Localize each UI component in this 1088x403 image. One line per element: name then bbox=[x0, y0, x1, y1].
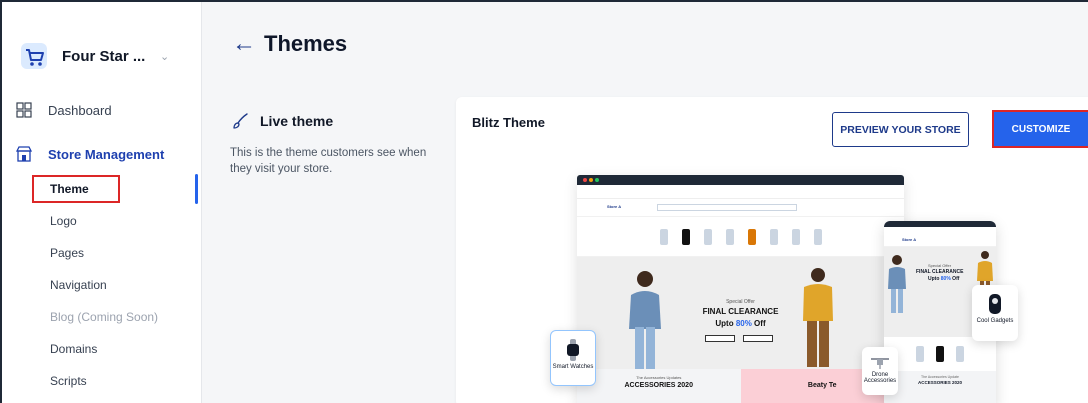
sidebar: Four Star ... ⌄ Dashboard Store Manageme… bbox=[2, 2, 202, 403]
page-title: Themes bbox=[264, 31, 348, 56]
sidebar-item-domains[interactable]: Domains bbox=[50, 342, 97, 356]
customize-button[interactable]: CUSTOMIZE bbox=[992, 110, 1088, 148]
cool-gadgets-label: Cool Gadgets bbox=[976, 318, 1014, 324]
live-theme-title: Live theme bbox=[260, 113, 334, 129]
theme-card: Blitz Theme PREVIEW YOUR STORE CUSTOMIZE… bbox=[456, 97, 1088, 403]
phone-store-name: Store A bbox=[902, 237, 917, 242]
sidebar-scrollbar[interactable] bbox=[195, 174, 198, 204]
preview-store-button[interactable]: PREVIEW YOUR STORE bbox=[832, 112, 969, 147]
sidebar-item-scripts[interactable]: Scripts bbox=[50, 374, 87, 388]
mock-hero-banner: Special Offer FINAL CLEARANCE Upto 80% O… bbox=[577, 257, 904, 369]
drone-icon bbox=[871, 358, 889, 369]
store-switcher[interactable]: Four Star ... ⌄ bbox=[20, 42, 169, 70]
phone-model-left bbox=[888, 255, 906, 313]
smart-watches-label: Smart Watches bbox=[552, 364, 594, 370]
live-theme-heading: Live theme bbox=[232, 112, 333, 130]
mock-offer-sub: Upto 80% Off bbox=[715, 319, 766, 328]
drone-accessories-card: Drone Accessories bbox=[862, 347, 898, 395]
mock-footer-tiles: The Accessories Updates ACCESSORIES 2020… bbox=[577, 369, 904, 403]
phone-offer-label: Special Offer bbox=[928, 263, 952, 268]
phone-categories bbox=[884, 337, 996, 371]
model-left-image bbox=[629, 271, 661, 369]
store-icon bbox=[16, 146, 32, 162]
live-theme-description: This is the theme customers see when the… bbox=[230, 147, 427, 175]
phone-footer-title: ACCESSORIES 2020 bbox=[917, 380, 963, 385]
mock-categories bbox=[577, 217, 904, 257]
mock-search-row: Store A bbox=[577, 199, 904, 217]
drone-accessories-label: Drone Accessories bbox=[863, 372, 897, 384]
phone-offer-title: FINAL CLEARANCE bbox=[916, 269, 964, 275]
mock-store-name: Store A bbox=[607, 204, 622, 209]
mock-search-bar bbox=[657, 204, 797, 211]
sidebar-item-logo[interactable]: Logo bbox=[50, 214, 77, 228]
sidebar-item-pages[interactable]: Pages bbox=[50, 246, 84, 260]
gadget-icon bbox=[989, 294, 1001, 314]
mock-browser-bar bbox=[577, 175, 904, 185]
model-right-image bbox=[803, 268, 833, 367]
sidebar-item-theme[interactable]: Theme bbox=[50, 182, 89, 196]
theme-preview-desktop: Store A Special Offer FINAL CLEARANCE Up… bbox=[577, 175, 904, 403]
nav-store-management[interactable]: Store Management bbox=[16, 146, 164, 162]
phone-header: Store A bbox=[884, 235, 996, 247]
phone-offer-sub: Upto 80% Off bbox=[928, 276, 960, 282]
mock-offer-label: Special Offer bbox=[726, 299, 755, 305]
mock-button bbox=[743, 335, 773, 342]
phone-footer-label: The Accessories Update bbox=[921, 375, 959, 379]
mock-footer-title: ACCESSORIES 2020 bbox=[624, 382, 693, 389]
cool-gadgets-card: Cool Gadgets bbox=[972, 285, 1018, 341]
page-header: ← Themes bbox=[232, 30, 347, 58]
chevron-down-icon[interactable]: ⌄ bbox=[160, 50, 169, 63]
cart-logo-icon bbox=[21, 43, 47, 69]
nav-store-management-label: Store Management bbox=[48, 146, 165, 162]
phone-footer: The Accessories Update ACCESSORIES 2020 bbox=[884, 371, 996, 403]
mock-footer-label: The Accessories Updates bbox=[636, 375, 682, 380]
nav-dashboard-label: Dashboard bbox=[48, 102, 112, 118]
sidebar-item-blog: Blog (Coming Soon) bbox=[50, 310, 159, 324]
mock-offer-title: FINAL CLEARANCE bbox=[702, 307, 779, 316]
mock-top-nav bbox=[577, 185, 904, 199]
smart-watches-card: Smart Watches bbox=[550, 330, 596, 386]
store-name: Four Star ... bbox=[62, 47, 146, 65]
watch-icon bbox=[567, 339, 579, 361]
sidebar-item-navigation[interactable]: Navigation bbox=[50, 278, 107, 292]
back-arrow-icon[interactable]: ← bbox=[232, 30, 256, 58]
brush-icon bbox=[233, 113, 248, 129]
dashboard-icon bbox=[16, 102, 32, 118]
mock-button bbox=[705, 335, 735, 342]
nav-dashboard[interactable]: Dashboard bbox=[16, 102, 112, 118]
theme-name: Blitz Theme bbox=[472, 115, 545, 130]
